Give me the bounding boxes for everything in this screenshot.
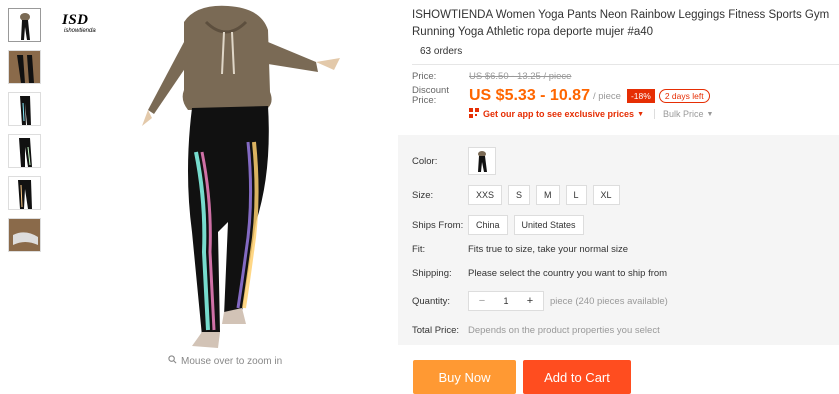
price-label: Price: (412, 71, 437, 82)
zoom-hint-text: Mouse over to zoom in (181, 355, 283, 367)
brand-logo: ISD (62, 12, 89, 28)
discount-price-label: Discount Price: (412, 85, 449, 106)
product-title: ISHOWTIENDA Women Yoga Pants Neon Rainbo… (412, 9, 830, 38)
thumbnail-2[interactable] (8, 50, 41, 84)
shipping-label: Shipping: (412, 268, 452, 279)
discount-price: US $5.33 - 10.87 (469, 87, 590, 104)
size-label: Size: (412, 189, 434, 201)
quantity-decrease-button[interactable]: − (469, 295, 495, 307)
days-left-badge: 2 days left (658, 89, 710, 103)
thumbnail-5[interactable] (8, 176, 41, 210)
price-block: Price: US $6.50 - 13.25 / piece Discount… (412, 65, 839, 120)
app-prices-link[interactable]: Get our app to see exclusive prices (483, 109, 634, 119)
ships-from-china[interactable]: China (468, 215, 508, 235)
ships-from-label: Ships From: (412, 219, 464, 231)
brand-logo-sub: ishowtienda (64, 28, 96, 34)
color-option-1[interactable] (468, 147, 496, 175)
discount-badge: -18% (626, 89, 655, 103)
thumbnail-1[interactable] (8, 8, 41, 42)
thumbnail-3[interactable] (8, 92, 41, 126)
bulk-chevron-down-icon: ▼ (706, 110, 714, 118)
thumbnail-4[interactable] (8, 134, 41, 168)
size-option-l[interactable]: L (565, 185, 587, 205)
size-option-xxs[interactable]: XXS (468, 185, 503, 205)
options-panel: Color: Size: XXS S M L XL Ships From: Ch… (398, 135, 839, 345)
quantity-increase-button[interactable]: + (517, 295, 543, 307)
price-unit: / piece (592, 90, 621, 102)
quantity-stepper: − 1 + (468, 291, 544, 311)
add-to-cart-button[interactable]: Add to Cart (523, 360, 631, 394)
quantity-input[interactable]: 1 (495, 296, 517, 306)
fit-label: Fit: (412, 244, 426, 255)
shipping-value: Please select the country you want to sh… (468, 268, 668, 279)
size-option-s[interactable]: S (508, 185, 531, 205)
chevron-down-icon: ▼ (637, 110, 644, 118)
size-option-m[interactable]: M (536, 185, 560, 205)
quantity-available: piece (240 pieces available) (550, 295, 668, 307)
size-option-xl[interactable]: XL (592, 185, 620, 205)
zoom-hint: Mouse over to zoom in (168, 355, 282, 367)
thumbnail-list (8, 8, 43, 260)
product-info: ISHOWTIENDA Women Yoga Pants Neon Rainbo… (412, 0, 839, 120)
original-price: US $6.50 - 13.25 / piece (469, 71, 572, 82)
qr-code-icon (469, 108, 479, 120)
thumbnail-6[interactable] (8, 218, 41, 252)
fit-value: Fits true to size, take your normal size (468, 244, 628, 255)
total-price-label: Total Price: (412, 325, 459, 336)
product-main-image[interactable]: ISD ishowtienda (56, 2, 396, 354)
quantity-label: Quantity: (412, 295, 451, 307)
buy-now-button[interactable]: Buy Now (413, 360, 516, 394)
total-price-value: Depends on the product properties you se… (468, 325, 660, 336)
color-label: Color: (412, 155, 438, 167)
bulk-price-link[interactable]: Bulk Price (654, 109, 704, 119)
zoom-icon (168, 355, 177, 367)
order-count: 63 orders (412, 41, 839, 65)
ships-from-us[interactable]: United States (513, 215, 584, 235)
